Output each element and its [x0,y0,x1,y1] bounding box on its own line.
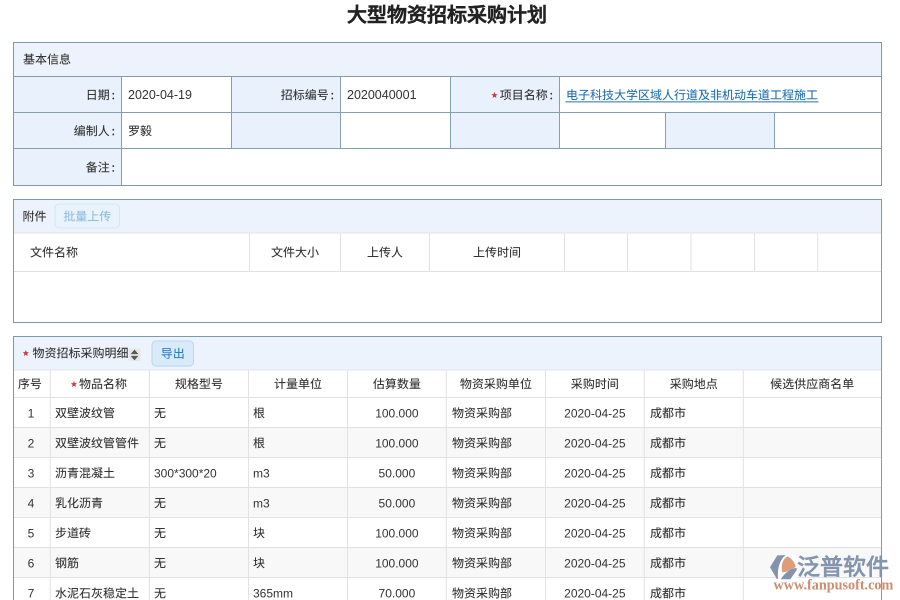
svg-text:4: 4 [28,496,35,510]
svg-text:2020-04-25: 2020-04-25 [564,496,626,510]
svg-text:2020040001: 2020040001 [347,88,417,102]
svg-text:2020-04-25: 2020-04-25 [564,556,626,570]
svg-text:365mm: 365mm [253,587,293,600]
svg-text:2: 2 [28,436,35,450]
svg-text:3: 3 [28,466,35,480]
svg-text:5: 5 [28,526,35,540]
svg-text:7: 7 [28,587,35,600]
svg-text:www.fanpusoft.com: www.fanpusoft.com [774,578,894,594]
svg-text:50.000: 50.000 [379,496,416,510]
svg-text:100.000: 100.000 [375,556,419,570]
svg-text:m3: m3 [253,466,270,480]
svg-text:100.000: 100.000 [375,406,419,420]
svg-text:2020-04-25: 2020-04-25 [564,406,626,420]
svg-text:100.000: 100.000 [375,526,419,540]
svg-text:50.000: 50.000 [379,466,416,480]
svg-text:2020-04-25: 2020-04-25 [564,436,626,450]
svg-text:m3: m3 [253,496,270,510]
svg-text:70.000: 70.000 [379,587,416,600]
svg-text:2020-04-25: 2020-04-25 [564,466,626,480]
svg-text:300*300*20: 300*300*20 [154,466,217,480]
svg-text:100.000: 100.000 [375,436,419,450]
svg-text:2020-04-25: 2020-04-25 [564,526,626,540]
svg-text:2020-04-25: 2020-04-25 [564,587,626,600]
svg-text:2020-04-19: 2020-04-19 [128,88,192,102]
svg-text:1: 1 [28,406,35,420]
svg-text:6: 6 [28,556,35,570]
